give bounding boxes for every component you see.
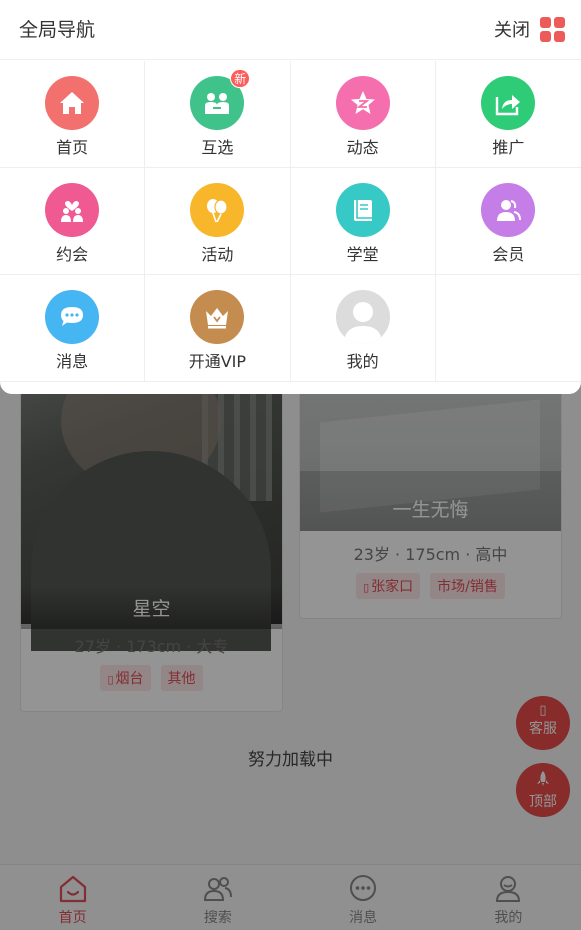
nav-item-open-vip[interactable]: 开通VIP bbox=[145, 275, 291, 382]
global-navigation-panel: 全局导航 关闭 首页 互选 新 动态 推广 约会 活动 学堂 会员 消息 开通V… bbox=[0, 0, 581, 394]
balloon-icon bbox=[190, 183, 245, 237]
nav-item-academy[interactable]: 学堂 bbox=[290, 168, 436, 275]
nav-item-label: 会员 bbox=[492, 245, 525, 264]
close-button[interactable]: 关闭 bbox=[494, 16, 565, 42]
empty-cell bbox=[435, 275, 581, 382]
crown-icon bbox=[190, 290, 245, 344]
book-icon bbox=[335, 183, 390, 237]
nav-item-label: 动态 bbox=[346, 138, 379, 157]
nav-item-mine[interactable]: 我的 bbox=[290, 275, 436, 382]
nav-item-label: 我的 bbox=[346, 352, 379, 371]
nav-item-label: 首页 bbox=[56, 138, 89, 157]
home-icon bbox=[45, 76, 100, 130]
nav-item-activities[interactable]: 活动 bbox=[145, 168, 291, 275]
user-avatar-icon bbox=[335, 290, 390, 344]
nav-item-label: 开通VIP bbox=[188, 352, 247, 371]
nav-item-label: 推广 bbox=[492, 138, 525, 157]
share-icon bbox=[481, 76, 536, 130]
close-label: 关闭 bbox=[494, 20, 530, 41]
nav-item-promote[interactable]: 推广 bbox=[435, 61, 581, 168]
nav-item-dating[interactable]: 约会 bbox=[0, 168, 146, 275]
grid-icon bbox=[540, 16, 565, 42]
nav-item-label: 消息 bbox=[56, 352, 89, 371]
nav-item-label: 活动 bbox=[201, 245, 234, 264]
nav-item-messages[interactable]: 消息 bbox=[0, 275, 146, 382]
nav-item-moments[interactable]: 动态 bbox=[290, 61, 436, 168]
nav-item-label: 互选 bbox=[201, 138, 234, 157]
nav-item-home[interactable]: 首页 bbox=[0, 61, 146, 168]
message-icon bbox=[45, 290, 100, 344]
star-icon bbox=[335, 76, 390, 130]
nav-item-mutual-select[interactable]: 互选 新 bbox=[145, 61, 291, 168]
nav-item-label: 学堂 bbox=[346, 245, 379, 264]
nav-item-members[interactable]: 会员 bbox=[435, 168, 581, 275]
nav-item-label: 约会 bbox=[56, 245, 89, 264]
date-icon bbox=[45, 183, 100, 237]
nav-title: 全局导航 bbox=[19, 19, 96, 41]
nav-grid: 首页 互选 新 动态 推广 约会 活动 学堂 会员 消息 开通VIP 我的 bbox=[0, 61, 581, 382]
new-badge: 新 bbox=[230, 69, 251, 88]
members-icon bbox=[481, 183, 536, 237]
nav-header: 全局导航 关闭 bbox=[0, 0, 581, 60]
